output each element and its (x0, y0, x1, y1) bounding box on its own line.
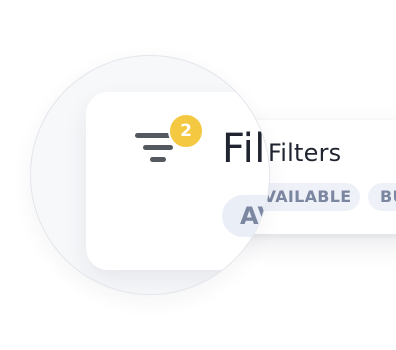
filters-title: Filters (268, 139, 342, 167)
active-filter-count-badge: 2 (168, 113, 204, 149)
magnified-filter-chip-available[interactable]: AVAILABLE (222, 195, 269, 237)
magnifier-lens: 2 Filters AVAILABLE (30, 55, 270, 295)
filter-chip-bu[interactable]: BU (368, 183, 396, 211)
stage: Filters AVAILABLE BU 2 Filters AVAILABLE (0, 0, 396, 350)
magnified-filters-title: Filters (222, 126, 269, 172)
